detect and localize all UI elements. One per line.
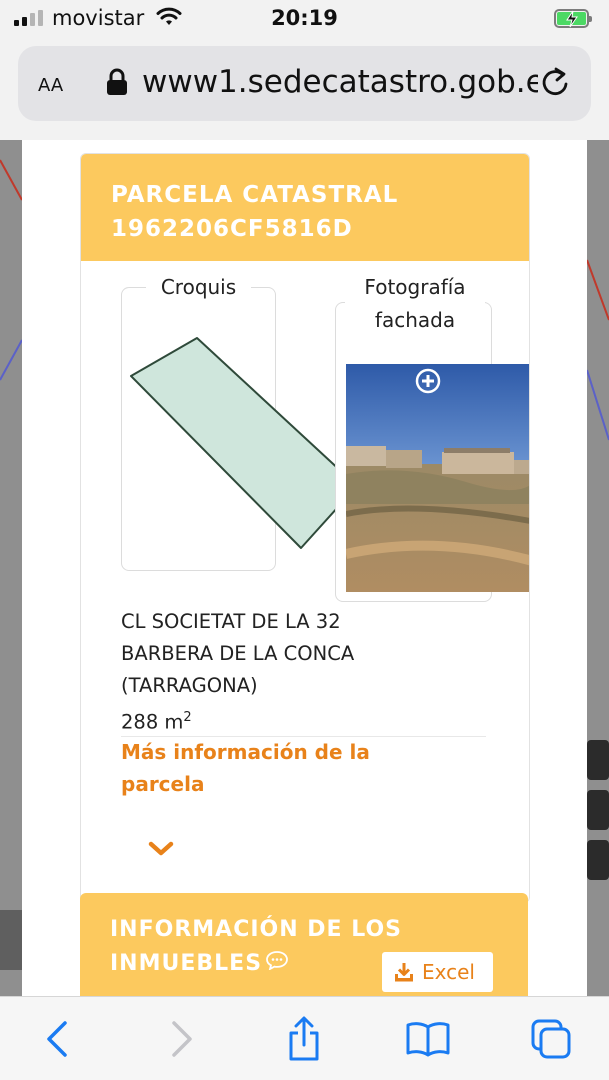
- browser-chrome: AA www1.sedecatastro.gob.es: [0, 40, 609, 140]
- more-info-line1: Más información de la: [121, 740, 370, 764]
- parcel-reference: 1962206CF5816D: [111, 216, 353, 242]
- lock-icon: [106, 68, 128, 100]
- parcel-title: PARCELA CATASTRAL 1962206CF5816D: [111, 178, 398, 246]
- photo-label-line2: fachada: [374, 308, 456, 332]
- comment-icon[interactable]: [266, 947, 288, 981]
- facade-photo[interactable]: [346, 364, 529, 592]
- inmuebles-title: INFORMACIÓN DE LOS INMUEBLES: [110, 913, 402, 981]
- reload-icon[interactable]: [538, 64, 572, 104]
- text-size-button[interactable]: AA: [38, 68, 63, 98]
- forward-icon[interactable]: [153, 1011, 209, 1067]
- photo-label: Fotografía fachada: [345, 271, 485, 337]
- inmuebles-card: INFORMACIÓN DE LOS INMUEBLES Excel: [80, 893, 528, 996]
- bookmarks-icon[interactable]: [400, 1011, 456, 1067]
- address-line1: CL SOCIETAT DE LA 32: [121, 610, 341, 633]
- address-line3: (TARRAGONA): [121, 674, 258, 697]
- more-info-line2: parcela: [121, 772, 205, 796]
- parcel-card: PARCELA CATASTRAL 1962206CF5816D Croquis…: [80, 153, 530, 903]
- chevron-down-icon[interactable]: [147, 840, 175, 862]
- parcel-area: 288 m2: [121, 702, 501, 739]
- address-line2: BARBERA DE LA CONCA: [121, 642, 355, 665]
- croquis-sketch[interactable]: [129, 336, 359, 556]
- inmuebles-title-line1: INFORMACIÓN DE LOS: [110, 917, 403, 942]
- area-unit-exponent: 2: [183, 710, 192, 725]
- status-bar: movistar 20:19: [0, 0, 609, 40]
- url-text[interactable]: www1.sedecatastro.gob.es: [142, 64, 538, 100]
- parcel-modal: PARCELA CATASTRAL 1962206CF5816D Croquis…: [22, 140, 587, 996]
- download-icon: [395, 963, 413, 982]
- inmuebles-title-line2: INMUEBLES: [110, 951, 263, 976]
- parcel-title-line1: PARCELA CATASTRAL: [111, 182, 399, 208]
- browser-toolbar: [0, 996, 609, 1080]
- battery-charging-icon: [554, 9, 592, 28]
- share-icon[interactable]: [276, 1011, 332, 1067]
- excel-download-button[interactable]: Excel: [382, 952, 493, 992]
- area-value: 288 m: [121, 710, 184, 734]
- photo-label-line1: Fotografía: [364, 275, 466, 299]
- zoom-in-icon[interactable]: [415, 368, 441, 398]
- address-bar[interactable]: AA www1.sedecatastro.gob.es: [18, 46, 591, 121]
- back-icon[interactable]: [30, 1011, 86, 1067]
- croquis-label: Croquis: [146, 271, 251, 304]
- parcel-header: PARCELA CATASTRAL 1962206CF5816D: [81, 154, 529, 261]
- parcel-address: CL SOCIETAT DE LA 32 BARBERA DE LA CONCA…: [121, 606, 501, 739]
- excel-label: Excel: [422, 960, 475, 984]
- more-info-link[interactable]: Más información de la parcela: [121, 736, 451, 800]
- tabs-icon[interactable]: [523, 1011, 579, 1067]
- clock: 20:19: [271, 6, 338, 30]
